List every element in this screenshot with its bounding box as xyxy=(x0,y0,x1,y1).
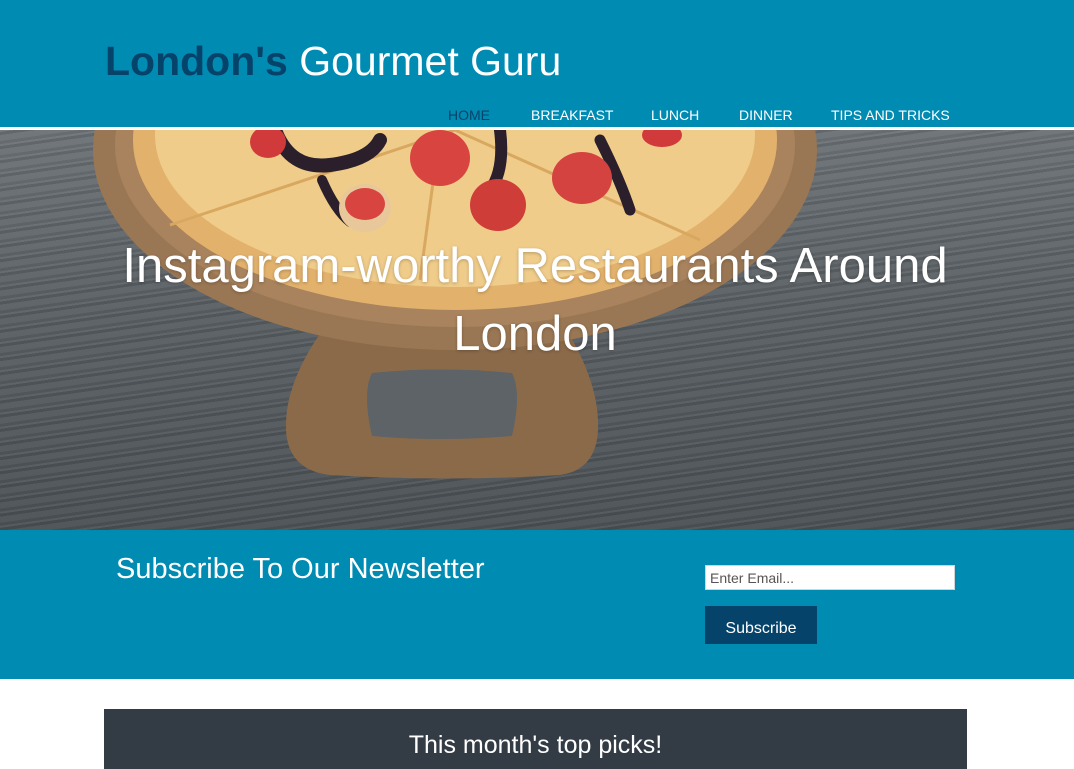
top-picks-title: This month's top picks! xyxy=(408,731,663,759)
brand-name: Gourmet Guru xyxy=(287,38,562,84)
strawberry-3 xyxy=(470,179,526,231)
hero-title: Instagram-worthy Restaurants Around Lond… xyxy=(122,239,948,361)
nav-item-tips-and-tricks[interactable]: TIPS AND TRICKS xyxy=(831,106,950,124)
main-nav: HOME BREAKFAST LUNCH DINNER TIPS AND TRI… xyxy=(0,106,1074,124)
site-logo[interactable]: London's Gourmet Guru xyxy=(105,38,561,84)
top-picks-section: This month's top picks! xyxy=(104,709,967,769)
newsletter-section: Subscribe To Our Newsletter Subscribe xyxy=(0,530,1074,679)
brand-accent: London's xyxy=(105,38,288,84)
nav-item-home[interactable]: HOME xyxy=(448,106,490,124)
board-handle-hole xyxy=(367,369,517,439)
site-header: London's Gourmet Guru HOME BREAKFAST LUN… xyxy=(0,0,1074,127)
strawberry-5-red xyxy=(345,188,385,220)
email-input[interactable] xyxy=(705,565,955,590)
hero-banner: Instagram-worthy Restaurants Around Lond… xyxy=(0,130,1074,530)
strawberry-4 xyxy=(552,152,612,204)
subscribe-button[interactable]: Subscribe xyxy=(705,606,817,644)
strawberry-2 xyxy=(410,130,470,186)
nav-item-dinner[interactable]: DINNER xyxy=(739,106,793,124)
nav-item-breakfast[interactable]: BREAKFAST xyxy=(531,106,613,124)
nav-item-lunch[interactable]: LUNCH xyxy=(651,106,699,124)
newsletter-title: Subscribe To Our Newsletter xyxy=(116,553,485,585)
